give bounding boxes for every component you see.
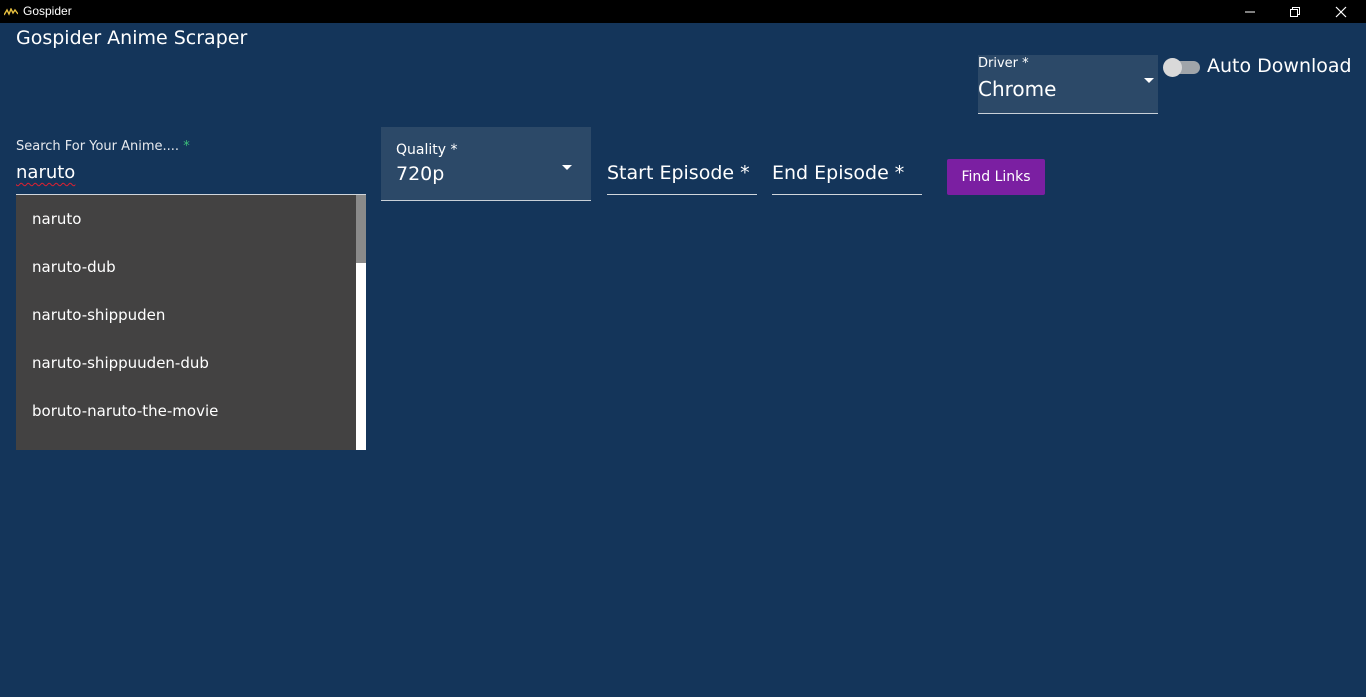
maximize-icon (1290, 6, 1300, 17)
chevron-down-icon (562, 165, 572, 170)
find-links-button[interactable]: Find Links (947, 159, 1045, 195)
suggestion-item[interactable]: naruto-dub (16, 243, 366, 291)
end-episode-label: End Episode * (772, 162, 905, 184)
scrollbar-thumb[interactable] (356, 195, 366, 263)
close-button[interactable] (1318, 0, 1364, 23)
toggle-thumb (1163, 58, 1182, 77)
suggestion-item[interactable]: naruto-shippuden (16, 291, 366, 339)
driver-value: Chrome (978, 77, 1057, 101)
quality-select[interactable]: Quality * 720p (381, 127, 591, 201)
start-episode-label: Start Episode * (607, 162, 750, 184)
search-input[interactable]: naruto (16, 162, 75, 183)
window-titlebar: Gospider (0, 0, 1366, 23)
suggestion-item[interactable]: naruto (16, 195, 366, 243)
search-label-text: Search For Your Anime.... (16, 139, 180, 154)
window-title: Gospider (23, 4, 72, 18)
maximize-button[interactable] (1272, 0, 1318, 23)
search-label: Search For Your Anime.... * (16, 139, 190, 154)
quality-value: 720p (396, 163, 445, 185)
suggestion-item[interactable]: boruto-naruto-the-movie (16, 387, 366, 435)
auto-download-label: Auto Download (1207, 55, 1352, 77)
quality-label: Quality * (396, 142, 458, 158)
app-logo-icon (4, 8, 18, 16)
minimize-button[interactable] (1227, 0, 1273, 23)
driver-select[interactable]: Driver * Chrome (978, 55, 1158, 114)
start-episode-input[interactable]: Start Episode * (607, 162, 757, 195)
close-icon (1335, 6, 1347, 17)
minimize-icon (1245, 11, 1255, 12)
suggestions-dropdown: naruto naruto-dub naruto-shippuden narut… (16, 195, 366, 450)
chevron-down-icon (1144, 78, 1154, 83)
suggestion-item[interactable]: naruto-shippuuden-dub (16, 339, 366, 387)
required-marker: * (183, 139, 190, 154)
end-episode-input[interactable]: End Episode * (772, 162, 922, 195)
driver-label: Driver * (978, 56, 1029, 71)
scrollbar[interactable] (356, 195, 366, 450)
page-title: Gospider Anime Scraper (16, 27, 248, 49)
auto-download-toggle[interactable] (1163, 58, 1201, 77)
